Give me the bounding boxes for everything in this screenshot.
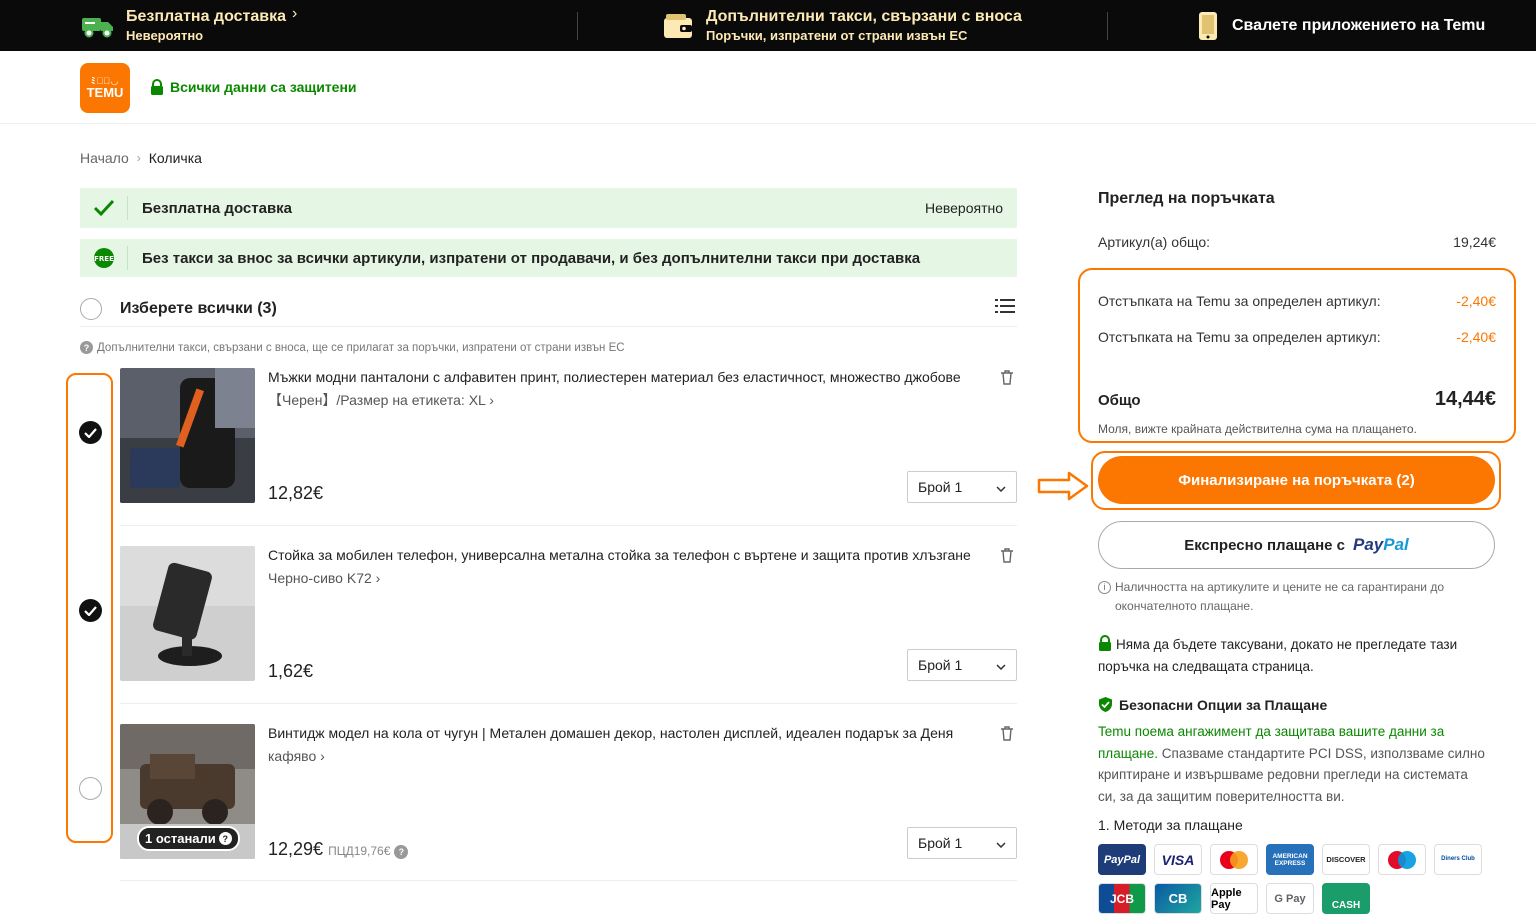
- site-header: ﾐ℁ﾞ◡ TEMU Всички данни са защитени: [0, 51, 1536, 124]
- item-checkbox-checked[interactable]: [79, 599, 102, 622]
- quantity-select[interactable]: Брой 1: [907, 827, 1017, 859]
- jcb-icon: JCB: [1098, 883, 1146, 914]
- quantity-select[interactable]: Брой 1: [907, 471, 1017, 503]
- select-all-label[interactable]: Изберете всички (3): [120, 300, 995, 318]
- product-image-phone-stand[interactable]: [120, 546, 255, 681]
- truck-icon: [80, 11, 116, 41]
- cb-icon: CB: [1154, 883, 1202, 914]
- product-price: 12,82€: [268, 483, 324, 503]
- free-shipping-promo[interactable]: Безплатна доставка Невероятно ›: [80, 0, 297, 51]
- select-all-row: Изберете всички (3): [80, 291, 1017, 327]
- select-all-checkbox[interactable]: [80, 297, 102, 320]
- total-row: Общо 14,44€: [1098, 388, 1496, 410]
- discount-row: Отстъпката на Temu за определен артикул:…: [1098, 329, 1496, 345]
- question-icon: ?: [218, 832, 232, 845]
- import-tax-notice: ? Допълнителни такси, свързани с вноса, …: [80, 341, 625, 354]
- order-summary-title: Преглед на поръчката: [1098, 190, 1275, 207]
- paypal-express-button[interactable]: Експресно плащане с PayPal: [1098, 521, 1495, 569]
- checkout-button[interactable]: Финализиране на поръчката (2): [1098, 456, 1495, 504]
- info-icon: i: [1098, 581, 1111, 594]
- no-tax-banner: FREE Без такси за внос за всички артикул…: [80, 239, 1017, 277]
- free-shipping-banner: Безплатна доставка Невероятно: [80, 188, 1017, 228]
- total-amount: 14,44€: [1434, 388, 1496, 410]
- import-tax-promo[interactable]: Допълнителни такси, свързани с вноса Пор…: [660, 0, 1022, 51]
- shield-icon: [1099, 697, 1112, 712]
- google-pay-icon: G Pay: [1266, 883, 1314, 914]
- product-image-car-model[interactable]: 1 останали ?: [120, 724, 255, 859]
- item-checkbox-unchecked[interactable]: [79, 777, 102, 800]
- discover-icon: DISCOVER: [1322, 844, 1370, 875]
- product-title[interactable]: Мъжки модни панталони с алфавитен принт,…: [268, 368, 980, 386]
- reference-price: ПЦД19,76€: [328, 844, 391, 858]
- breadcrumb-home[interactable]: Начало: [80, 150, 129, 166]
- checkmark-icon: [80, 196, 128, 220]
- chevron-down-icon: [996, 835, 1006, 851]
- cash-icon: CASH: [1322, 883, 1370, 914]
- breadcrumb: Начало › Количка: [80, 150, 202, 166]
- chevron-down-icon: [996, 479, 1006, 495]
- list-view-icon[interactable]: [995, 298, 1015, 319]
- total-note: Моля, вижте крайната действителна сума н…: [1098, 422, 1417, 436]
- promo-subtitle: Поръчки, изпратени от страни извън ЕС: [706, 27, 968, 43]
- question-icon: ?: [80, 341, 93, 354]
- lock-icon: [151, 79, 163, 95]
- secure-data-label: Всички данни са защитени: [150, 79, 357, 95]
- quantity-select[interactable]: Брой 1: [907, 649, 1017, 681]
- phone-icon: [1194, 11, 1222, 41]
- secure-payment-description: Temu поема ангажимент да защитава вашите…: [1098, 724, 1485, 804]
- free-badge-icon: FREE: [80, 246, 128, 270]
- items-total-row: Артикул(а) общо: 19,24€: [1098, 234, 1496, 250]
- product-price: 12,29€ ПЦД19,76€ ?: [268, 839, 412, 860]
- promo-title: Допълнителни такси, свързани с вноса: [706, 7, 1022, 25]
- amex-icon: AMERICAN EXPRESS: [1266, 844, 1314, 875]
- breadcrumb-current: Количка: [148, 150, 202, 166]
- product-variant[interactable]: Черно-сиво K72 ›: [268, 569, 380, 587]
- maestro-icon: [1378, 844, 1426, 875]
- payment-methods-title: 1. Методи за плащане: [1098, 817, 1243, 833]
- discount-row: Отстъпката на Temu за определен артикул:…: [1098, 293, 1496, 309]
- product-title[interactable]: Стойка за мобилен телефон, универсална м…: [268, 546, 980, 564]
- download-app-promo[interactable]: Свалете приложението на Temu: [1194, 0, 1485, 51]
- trash-icon[interactable]: [999, 725, 1015, 746]
- product-image-pants[interactable]: [120, 368, 255, 503]
- question-icon[interactable]: ?: [394, 845, 409, 859]
- diners-club-icon: Diners Club: [1434, 844, 1482, 875]
- trash-icon[interactable]: [999, 547, 1015, 568]
- promo-title: Свалете приложението на Temu: [1232, 16, 1486, 34]
- paypal-logo: PayPal: [1353, 535, 1409, 554]
- apple-pay-icon: Apple Pay: [1210, 883, 1258, 914]
- chevron-right-icon: ›: [292, 5, 298, 22]
- paypal-icon: PayPal: [1098, 844, 1146, 875]
- availability-note: i Наличността на артикулите и цените не …: [1098, 578, 1498, 616]
- payment-methods-row: PayPal VISA AMERICAN EXPRESS DISCOVER Di…: [1098, 844, 1482, 875]
- visa-icon: VISA: [1154, 844, 1202, 875]
- item-checkbox-checked[interactable]: [79, 421, 102, 444]
- wallet-icon: [660, 11, 696, 41]
- mastercard-icon: [1210, 844, 1258, 875]
- cart-item: 1 останали ? Винтидж модел на кола от чу…: [120, 724, 1017, 884]
- promo-subtitle: Невероятно: [126, 27, 204, 43]
- cart-item: Мъжки модни панталони с алфавитен принт,…: [120, 368, 1017, 528]
- svg-text:FREE: FREE: [94, 255, 114, 263]
- product-variant[interactable]: кафяво ›: [268, 747, 325, 765]
- payment-methods-row: JCB CB Apple Pay G Pay CASH: [1098, 883, 1370, 914]
- secure-payment-title: Безопасни Опции за Плащане: [1098, 696, 1327, 713]
- top-promo-bar: Безплатна доставка Невероятно › Допълнит…: [0, 0, 1536, 51]
- product-variant[interactable]: 【Черен】/Размер на етикета: XL ›: [268, 391, 494, 409]
- product-title[interactable]: Винтидж модел на кола от чугун | Метален…: [268, 724, 980, 742]
- stock-left-badge: 1 останали ?: [137, 826, 240, 851]
- cart-item: Стойка за мобилен телефон, универсална м…: [120, 546, 1017, 706]
- temu-logo[interactable]: ﾐ℁ﾞ◡ TEMU: [80, 63, 130, 113]
- lock-icon: [1099, 635, 1111, 651]
- trash-icon[interactable]: [999, 369, 1015, 390]
- product-price: 1,62€: [268, 661, 314, 681]
- promo-title: Безплатна доставка: [126, 7, 287, 25]
- arrow-right-icon: [1037, 471, 1089, 506]
- no-charge-note: Няма да бъдете таксувани, докато не прег…: [1098, 635, 1458, 674]
- chevron-down-icon: [996, 657, 1006, 673]
